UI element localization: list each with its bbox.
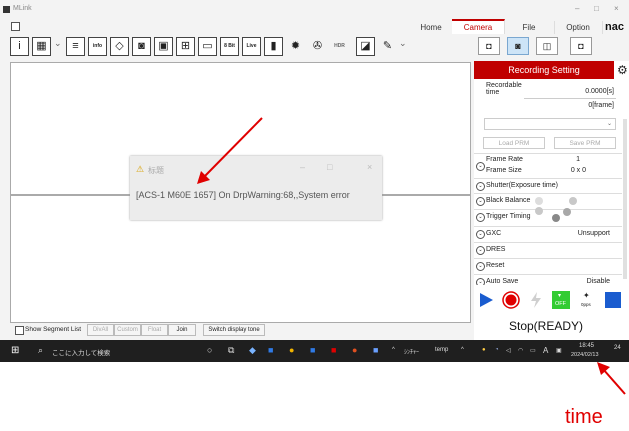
annotation-arrow-dialog: [197, 117, 263, 184]
annotation-time-label: time: [565, 406, 603, 428]
annotation-arrows: [197, 117, 626, 395]
annotation-arrow-time: [597, 362, 626, 395]
